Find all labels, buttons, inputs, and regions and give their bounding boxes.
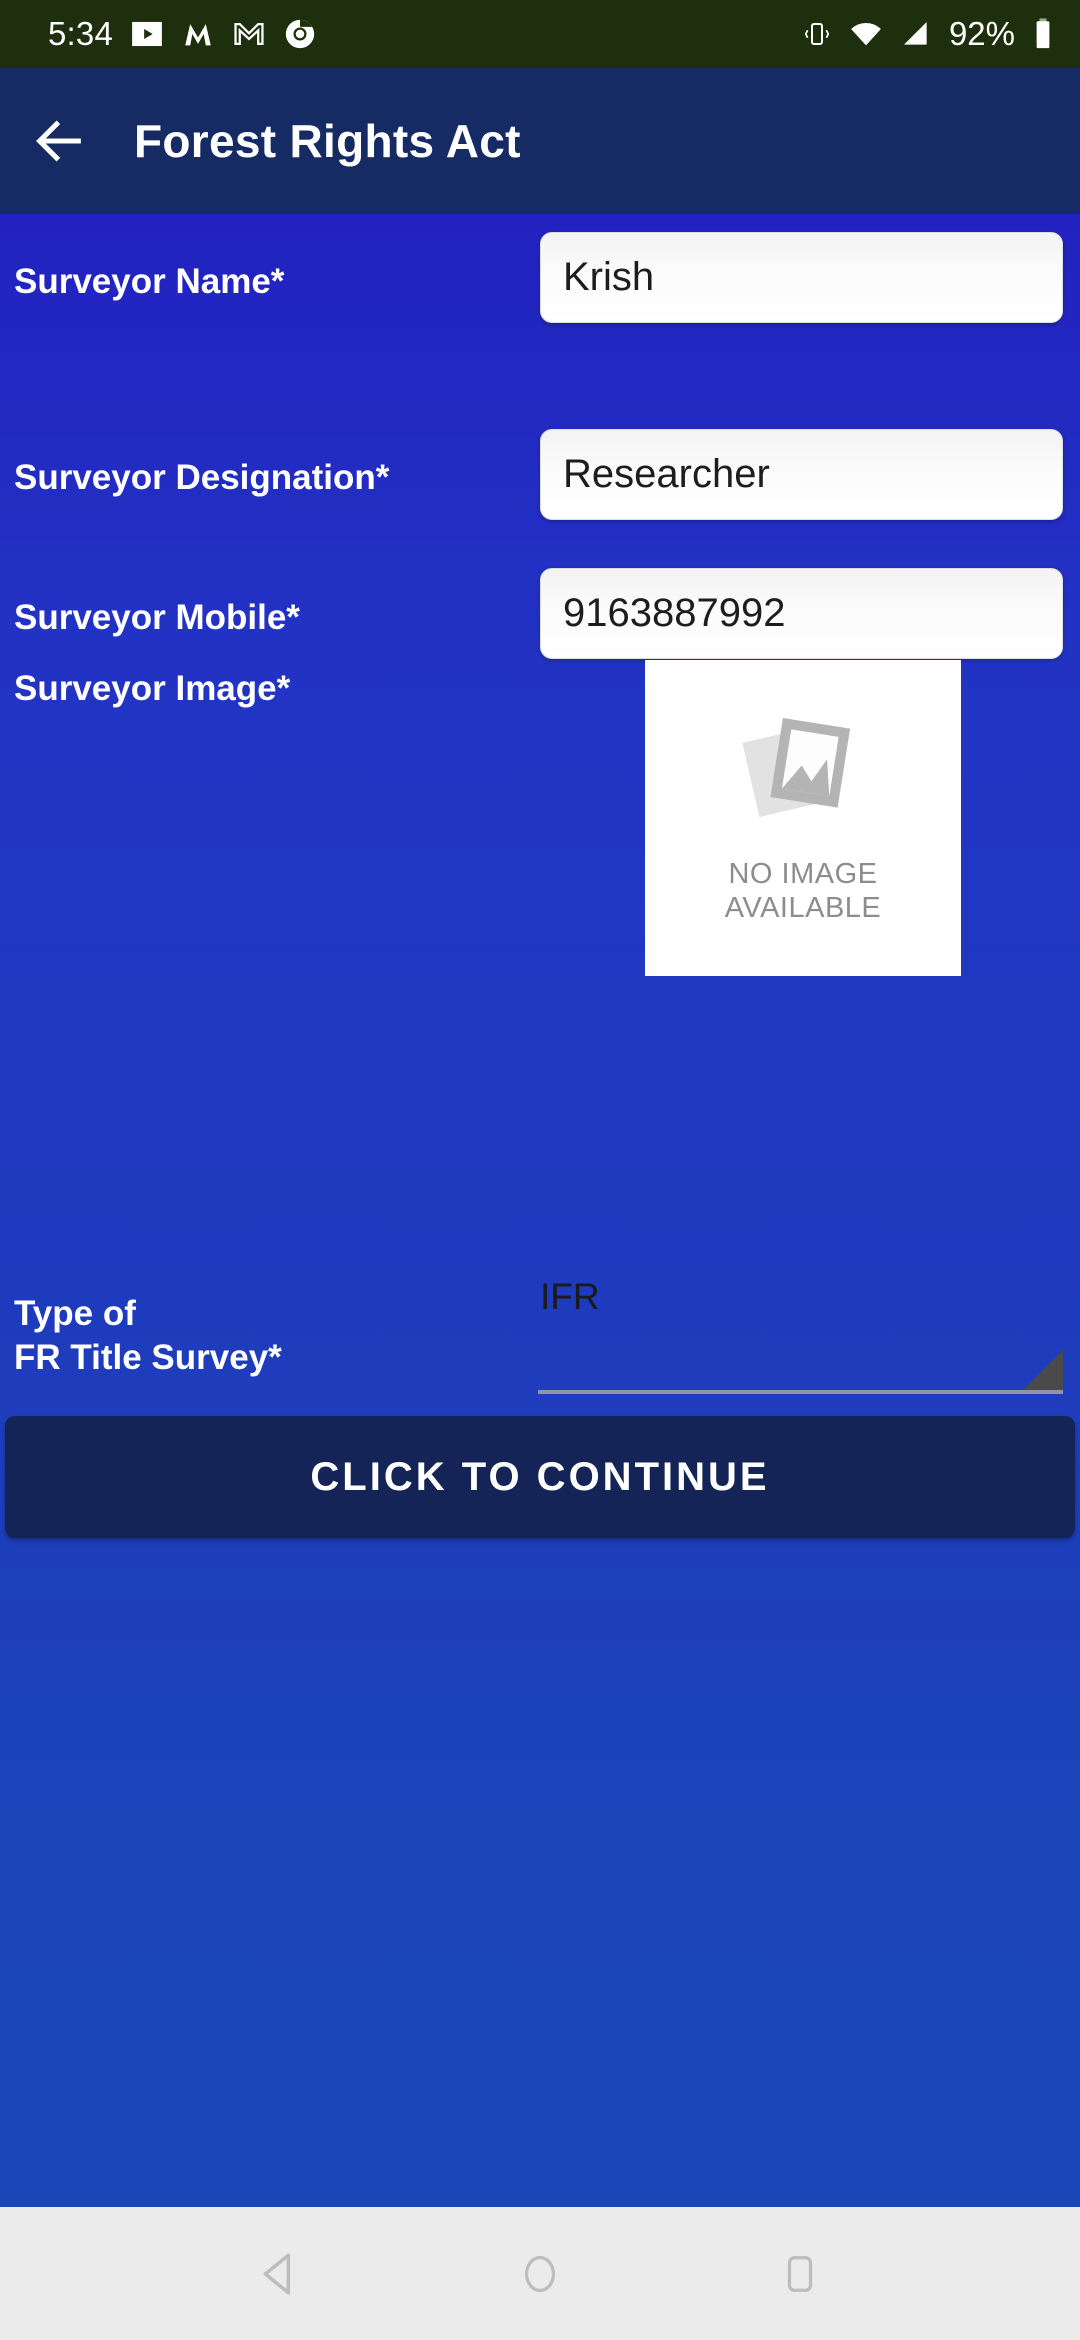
status-bar-clock: 5:34 xyxy=(48,15,114,52)
phone-screen: 5:34 92% Forest Rights Act Surveyor Name… xyxy=(0,0,1080,2340)
app-bar: Forest Rights Act xyxy=(0,68,1080,214)
page-title: Forest Rights Act xyxy=(134,115,521,167)
image-placeholder-line2: AVAILABLE xyxy=(724,892,882,924)
input-surveyor-mobile[interactable]: 9163887992 xyxy=(540,568,1063,659)
chrome-icon xyxy=(283,17,317,51)
dropdown-triangle-icon xyxy=(1023,1350,1063,1390)
surveyor-image-preview[interactable]: NO IMAGE AVAILABLE xyxy=(645,660,961,976)
dropdown-underline xyxy=(538,1390,1063,1394)
form-content: Surveyor Name* Krish Surveyor Designatio… xyxy=(0,214,1080,2207)
click-to-continue-button[interactable]: CLICK TO CONTINUE xyxy=(5,1416,1075,1538)
image-placeholder-line1: NO IMAGE xyxy=(728,858,878,890)
label-surveyor-designation: Surveyor Designation* xyxy=(14,458,390,497)
nav-back-icon xyxy=(255,2249,305,2299)
wifi-icon xyxy=(849,17,883,51)
label-fr-title-survey: Type of FR Title Survey* xyxy=(14,1294,282,1377)
m-app-icon xyxy=(181,17,215,51)
battery-icon xyxy=(1032,17,1054,51)
system-nav-bar xyxy=(0,2207,1080,2340)
status-bar-left: 5:34 xyxy=(48,15,317,53)
nav-recents-button[interactable] xyxy=(735,2207,865,2340)
nav-home-icon xyxy=(517,2251,563,2297)
youtube-music-icon xyxy=(130,17,164,51)
nav-back-button[interactable] xyxy=(215,2207,345,2340)
arrow-left-icon xyxy=(30,112,88,170)
gmail-icon xyxy=(232,17,266,51)
value-fr-title-survey: IFR xyxy=(540,1276,600,1317)
nav-recents-icon xyxy=(777,2251,823,2297)
dropdown-fr-title-survey[interactable]: IFR xyxy=(538,1276,1063,1394)
back-button[interactable] xyxy=(0,68,118,214)
vibrate-icon xyxy=(802,19,832,49)
label-surveyor-name: Surveyor Name* xyxy=(14,262,285,301)
input-surveyor-designation[interactable]: Researcher xyxy=(540,429,1063,520)
status-bar-right: 92% xyxy=(802,15,1054,53)
cellular-signal-icon xyxy=(900,18,932,50)
value-surveyor-name: Krish xyxy=(563,255,655,299)
label-surveyor-mobile: Surveyor Mobile* xyxy=(14,598,300,637)
value-surveyor-designation: Researcher xyxy=(563,452,770,496)
status-bar: 5:34 92% xyxy=(0,0,1080,68)
image-placeholder-icon xyxy=(739,711,867,831)
value-surveyor-mobile: 9163887992 xyxy=(563,591,786,635)
battery-percent-label: 92% xyxy=(948,15,1015,52)
input-surveyor-name[interactable]: Krish xyxy=(540,232,1063,323)
nav-home-button[interactable] xyxy=(475,2207,605,2340)
label-surveyor-image: Surveyor Image* xyxy=(14,669,291,708)
